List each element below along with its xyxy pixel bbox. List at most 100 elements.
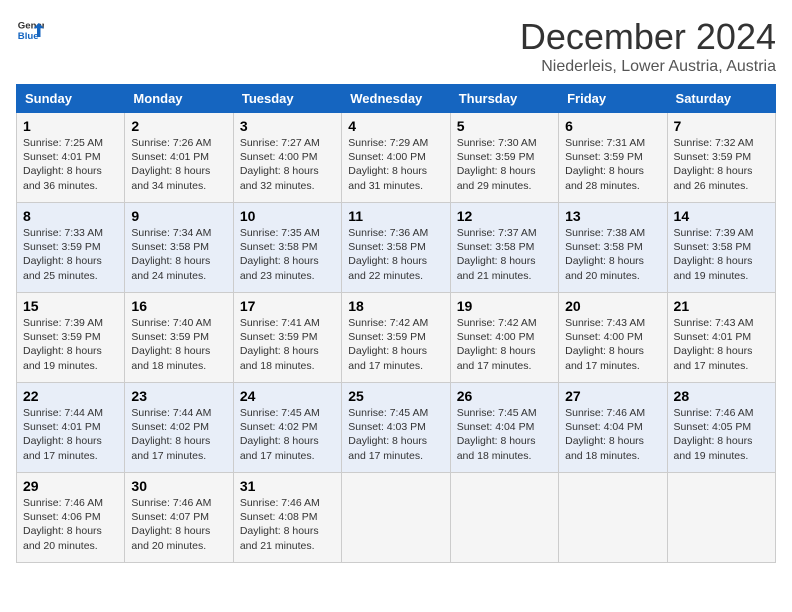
week-row-4: 22 Sunrise: 7:44 AM Sunset: 4:01 PM Dayli… bbox=[17, 383, 776, 473]
calendar-cell: 18 Sunrise: 7:42 AM Sunset: 3:59 PM Dayli… bbox=[342, 293, 450, 383]
column-header-tuesday: Tuesday bbox=[233, 85, 341, 113]
day-number: 11 bbox=[348, 208, 443, 224]
day-info: Sunrise: 7:42 AM Sunset: 4:00 PM Dayligh… bbox=[457, 316, 552, 373]
calendar-body: 1 Sunrise: 7:25 AM Sunset: 4:01 PM Daylig… bbox=[17, 113, 776, 563]
day-info: Sunrise: 7:29 AM Sunset: 4:00 PM Dayligh… bbox=[348, 136, 443, 193]
column-header-friday: Friday bbox=[559, 85, 667, 113]
calendar-cell: 3Sunrise: 7:27 AM Sunset: 4:00 PM Daylig… bbox=[233, 113, 341, 203]
column-header-thursday: Thursday bbox=[450, 85, 558, 113]
calendar-cell: 1 Sunrise: 7:25 AM Sunset: 4:01 PM Daylig… bbox=[17, 113, 125, 203]
day-info: Sunrise: 7:36 AM Sunset: 3:58 PM Dayligh… bbox=[348, 226, 443, 283]
day-number: 21 bbox=[674, 298, 769, 314]
column-header-wednesday: Wednesday bbox=[342, 85, 450, 113]
calendar-cell: 21 Sunrise: 7:43 AM Sunset: 4:01 PM Dayli… bbox=[667, 293, 775, 383]
week-row-5: 29 Sunrise: 7:46 AM Sunset: 4:06 PM Dayli… bbox=[17, 473, 776, 563]
day-info: Sunrise: 7:45 AM Sunset: 4:03 PM Dayligh… bbox=[348, 406, 443, 463]
day-number: 6 bbox=[565, 118, 660, 134]
day-info: Sunrise: 7:43 AM Sunset: 4:01 PM Dayligh… bbox=[674, 316, 769, 373]
calendar-cell: 19 Sunrise: 7:42 AM Sunset: 4:00 PM Dayli… bbox=[450, 293, 558, 383]
calendar-cell: 2Sunrise: 7:26 AM Sunset: 4:01 PM Daylig… bbox=[125, 113, 233, 203]
day-info: Sunrise: 7:33 AM Sunset: 3:59 PM Dayligh… bbox=[23, 226, 118, 283]
day-number: 26 bbox=[457, 388, 552, 404]
calendar-cell bbox=[450, 473, 558, 563]
calendar-cell: 13 Sunrise: 7:38 AM Sunset: 3:58 PM Dayli… bbox=[559, 203, 667, 293]
calendar-cell: 10 Sunrise: 7:35 AM Sunset: 3:58 PM Dayli… bbox=[233, 203, 341, 293]
day-info: Sunrise: 7:44 AM Sunset: 4:02 PM Dayligh… bbox=[131, 406, 226, 463]
calendar-cell bbox=[667, 473, 775, 563]
calendar-cell: 7Sunrise: 7:32 AM Sunset: 3:59 PM Daylig… bbox=[667, 113, 775, 203]
day-info: Sunrise: 7:37 AM Sunset: 3:58 PM Dayligh… bbox=[457, 226, 552, 283]
day-number: 1 bbox=[23, 118, 118, 134]
calendar-cell: 25 Sunrise: 7:45 AM Sunset: 4:03 PM Dayli… bbox=[342, 383, 450, 473]
day-number: 20 bbox=[565, 298, 660, 314]
svg-text:Blue: Blue bbox=[18, 31, 39, 42]
day-number: 13 bbox=[565, 208, 660, 224]
calendar-cell: 9Sunrise: 7:34 AM Sunset: 3:58 PM Daylig… bbox=[125, 203, 233, 293]
day-info: Sunrise: 7:35 AM Sunset: 3:58 PM Dayligh… bbox=[240, 226, 335, 283]
calendar-cell: 24 Sunrise: 7:45 AM Sunset: 4:02 PM Dayli… bbox=[233, 383, 341, 473]
day-info: Sunrise: 7:39 AM Sunset: 3:59 PM Dayligh… bbox=[23, 316, 118, 373]
week-row-1: 1 Sunrise: 7:25 AM Sunset: 4:01 PM Daylig… bbox=[17, 113, 776, 203]
calendar-cell: 20 Sunrise: 7:43 AM Sunset: 4:00 PM Dayli… bbox=[559, 293, 667, 383]
calendar-cell: 16 Sunrise: 7:40 AM Sunset: 3:59 PM Dayli… bbox=[125, 293, 233, 383]
day-number: 18 bbox=[348, 298, 443, 314]
day-info: Sunrise: 7:39 AM Sunset: 3:58 PM Dayligh… bbox=[674, 226, 769, 283]
day-number: 5 bbox=[457, 118, 552, 134]
day-info: Sunrise: 7:46 AM Sunset: 4:06 PM Dayligh… bbox=[23, 496, 118, 553]
day-number: 8 bbox=[23, 208, 118, 224]
day-number: 29 bbox=[23, 478, 118, 494]
day-info: Sunrise: 7:25 AM Sunset: 4:01 PM Dayligh… bbox=[23, 136, 118, 193]
calendar-cell: 22 Sunrise: 7:44 AM Sunset: 4:01 PM Dayli… bbox=[17, 383, 125, 473]
week-row-3: 15 Sunrise: 7:39 AM Sunset: 3:59 PM Dayli… bbox=[17, 293, 776, 383]
day-number: 12 bbox=[457, 208, 552, 224]
day-number: 10 bbox=[240, 208, 335, 224]
calendar-header: SundayMondayTuesdayWednesdayThursdayFrid… bbox=[17, 85, 776, 113]
calendar-cell: 8 Sunrise: 7:33 AM Sunset: 3:59 PM Daylig… bbox=[17, 203, 125, 293]
calendar-cell: 12 Sunrise: 7:37 AM Sunset: 3:58 PM Dayli… bbox=[450, 203, 558, 293]
day-info: Sunrise: 7:41 AM Sunset: 3:59 PM Dayligh… bbox=[240, 316, 335, 373]
calendar-cell: 14Sunrise: 7:39 AM Sunset: 3:58 PM Dayli… bbox=[667, 203, 775, 293]
day-info: Sunrise: 7:43 AM Sunset: 4:00 PM Dayligh… bbox=[565, 316, 660, 373]
day-info: Sunrise: 7:45 AM Sunset: 4:04 PM Dayligh… bbox=[457, 406, 552, 463]
calendar-cell: 15 Sunrise: 7:39 AM Sunset: 3:59 PM Dayli… bbox=[17, 293, 125, 383]
column-header-monday: Monday bbox=[125, 85, 233, 113]
day-info: Sunrise: 7:26 AM Sunset: 4:01 PM Dayligh… bbox=[131, 136, 226, 193]
calendar-cell: 23 Sunrise: 7:44 AM Sunset: 4:02 PM Dayli… bbox=[125, 383, 233, 473]
day-number: 23 bbox=[131, 388, 226, 404]
day-info: Sunrise: 7:40 AM Sunset: 3:59 PM Dayligh… bbox=[131, 316, 226, 373]
day-number: 25 bbox=[348, 388, 443, 404]
day-info: Sunrise: 7:45 AM Sunset: 4:02 PM Dayligh… bbox=[240, 406, 335, 463]
day-number: 28 bbox=[674, 388, 769, 404]
column-header-saturday: Saturday bbox=[667, 85, 775, 113]
calendar-cell bbox=[342, 473, 450, 563]
day-number: 27 bbox=[565, 388, 660, 404]
calendar-cell: 6 Sunrise: 7:31 AM Sunset: 3:59 PM Daylig… bbox=[559, 113, 667, 203]
day-info: Sunrise: 7:46 AM Sunset: 4:07 PM Dayligh… bbox=[131, 496, 226, 553]
calendar-cell: 17 Sunrise: 7:41 AM Sunset: 3:59 PM Dayli… bbox=[233, 293, 341, 383]
day-number: 24 bbox=[240, 388, 335, 404]
day-number: 22 bbox=[23, 388, 118, 404]
header: General Blue December 2024 Niederleis, L… bbox=[16, 16, 776, 76]
column-header-sunday: Sunday bbox=[17, 85, 125, 113]
day-number: 19 bbox=[457, 298, 552, 314]
day-info: Sunrise: 7:42 AM Sunset: 3:59 PM Dayligh… bbox=[348, 316, 443, 373]
day-info: Sunrise: 7:44 AM Sunset: 4:01 PM Dayligh… bbox=[23, 406, 118, 463]
calendar-table: SundayMondayTuesdayWednesdayThursdayFrid… bbox=[16, 84, 776, 563]
day-info: Sunrise: 7:30 AM Sunset: 3:59 PM Dayligh… bbox=[457, 136, 552, 193]
day-info: Sunrise: 7:46 AM Sunset: 4:05 PM Dayligh… bbox=[674, 406, 769, 463]
day-number: 30 bbox=[131, 478, 226, 494]
day-info: Sunrise: 7:34 AM Sunset: 3:58 PM Dayligh… bbox=[131, 226, 226, 283]
day-info: Sunrise: 7:31 AM Sunset: 3:59 PM Dayligh… bbox=[565, 136, 660, 193]
day-number: 17 bbox=[240, 298, 335, 314]
calendar-cell: 31Sunrise: 7:46 AM Sunset: 4:08 PM Dayli… bbox=[233, 473, 341, 563]
day-number: 16 bbox=[131, 298, 226, 314]
week-row-2: 8 Sunrise: 7:33 AM Sunset: 3:59 PM Daylig… bbox=[17, 203, 776, 293]
calendar-cell: 5 Sunrise: 7:30 AM Sunset: 3:59 PM Daylig… bbox=[450, 113, 558, 203]
calendar-cell: 30 Sunrise: 7:46 AM Sunset: 4:07 PM Dayli… bbox=[125, 473, 233, 563]
title-area: December 2024 Niederleis, Lower Austria,… bbox=[520, 16, 776, 76]
day-info: Sunrise: 7:38 AM Sunset: 3:58 PM Dayligh… bbox=[565, 226, 660, 283]
calendar-cell: 28 Sunrise: 7:46 AM Sunset: 4:05 PM Dayli… bbox=[667, 383, 775, 473]
day-number: 7 bbox=[674, 118, 769, 134]
day-number: 15 bbox=[23, 298, 118, 314]
calendar-cell: 29 Sunrise: 7:46 AM Sunset: 4:06 PM Dayli… bbox=[17, 473, 125, 563]
